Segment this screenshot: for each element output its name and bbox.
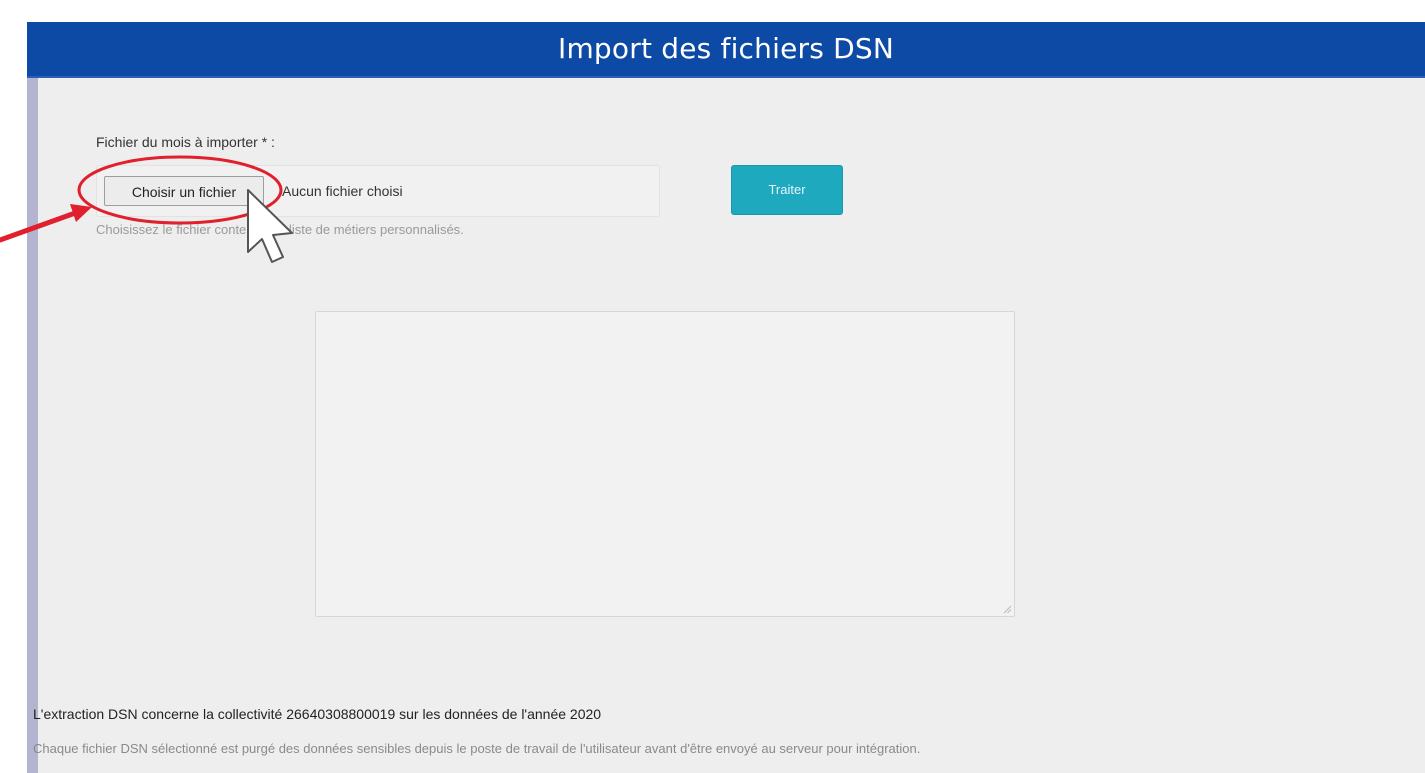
resize-grip-icon[interactable] (1002, 604, 1012, 614)
collectivity-info: L'extraction DSN concerne la collectivit… (33, 706, 602, 722)
privacy-note: Chaque fichier DSN sélectionné est purgé… (33, 741, 921, 756)
process-button[interactable]: Traiter (731, 165, 843, 215)
choose-file-button[interactable]: Choisir un fichier (104, 176, 264, 206)
file-helper-text: Choisissez le fichier contenant la liste… (96, 222, 464, 237)
left-border (27, 22, 38, 773)
page-title: Import des fichiers DSN (558, 32, 894, 65)
result-textarea[interactable] (315, 311, 1015, 617)
selected-file-name: Aucun fichier choisi (282, 183, 403, 199)
file-field-label: Fichier du mois à importer * : (96, 134, 275, 150)
